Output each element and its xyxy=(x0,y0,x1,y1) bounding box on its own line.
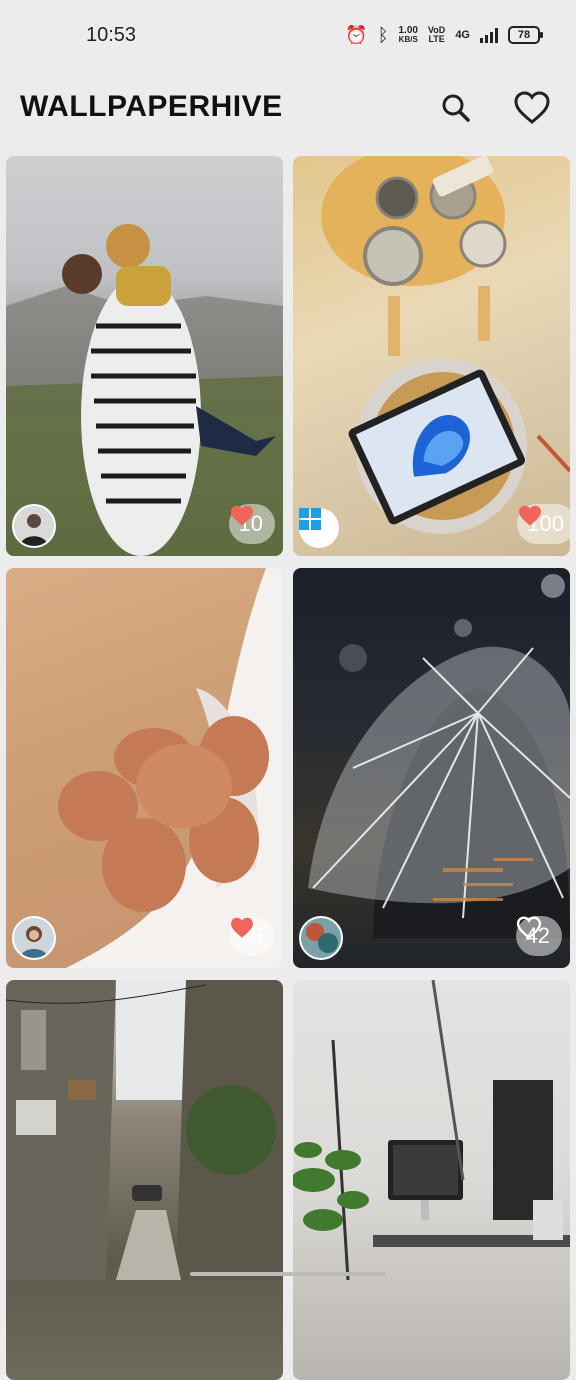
status-bar: 10:53 ⏰ ᛒ 1.00 KB/S VoD LTE 4G 78 xyxy=(0,0,576,72)
wallpaper-card[interactable]: 100 xyxy=(293,156,570,556)
wallpaper-card[interactable]: 42 xyxy=(293,568,570,968)
volte-bottom: LTE xyxy=(428,34,445,44)
author-avatar[interactable] xyxy=(299,916,343,960)
signal-bars-icon xyxy=(480,27,498,43)
heart-filled-icon xyxy=(230,917,253,938)
search-button[interactable] xyxy=(436,88,476,128)
author-avatar[interactable] xyxy=(12,916,56,960)
wallpaper-image xyxy=(6,980,283,1280)
status-icons: ⏰ ᛒ 1.00 KB/S VoD LTE 4G 78 xyxy=(345,24,543,46)
alarm-icon: ⏰ xyxy=(345,25,368,45)
wallpaper-image xyxy=(293,980,570,1280)
like-button[interactable]: 18 xyxy=(228,916,275,956)
like-button[interactable]: 10 xyxy=(228,504,275,544)
heart-outline-icon xyxy=(514,91,550,124)
heart-outline-icon xyxy=(516,916,541,940)
author-avatar-windows[interactable] xyxy=(299,508,339,548)
speed-unit: KB/S xyxy=(398,35,418,44)
like-button[interactable]: 42 xyxy=(515,916,562,956)
gesture-bar[interactable] xyxy=(190,1272,386,1276)
heart-filled-icon xyxy=(230,505,253,526)
wallpaper-image xyxy=(321,156,570,534)
wallpaper-card[interactable]: 18 xyxy=(6,568,283,968)
app-title: WALLPAPERHIVE xyxy=(20,90,283,123)
like-button[interactable]: 100 xyxy=(517,504,570,544)
author-avatar[interactable] xyxy=(12,504,56,548)
app-bar: WALLPAPERHIVE xyxy=(0,72,576,144)
status-time: 10:53 xyxy=(86,24,137,46)
wallpaper-card[interactable] xyxy=(293,980,570,1380)
bluetooth-icon: ᛒ xyxy=(377,25,389,45)
wallpaper-card[interactable] xyxy=(6,980,283,1380)
wallpaper-image xyxy=(308,574,570,938)
volte-icon: VoD LTE xyxy=(428,26,445,44)
battery-icon: 78 xyxy=(508,26,543,44)
speed-value: 1.00 xyxy=(398,25,418,36)
heart-filled-icon xyxy=(519,505,542,526)
wallpaper-card[interactable]: 10 xyxy=(6,156,283,556)
windows-logo-icon xyxy=(299,508,321,530)
favorites-button[interactable] xyxy=(512,88,552,128)
search-icon xyxy=(442,94,470,122)
network-speed: 1.00 KB/S xyxy=(398,25,418,45)
wallpaper-image xyxy=(6,224,283,556)
wallpaper-image xyxy=(58,568,283,968)
signal-4g-icon: 4G xyxy=(455,29,470,41)
